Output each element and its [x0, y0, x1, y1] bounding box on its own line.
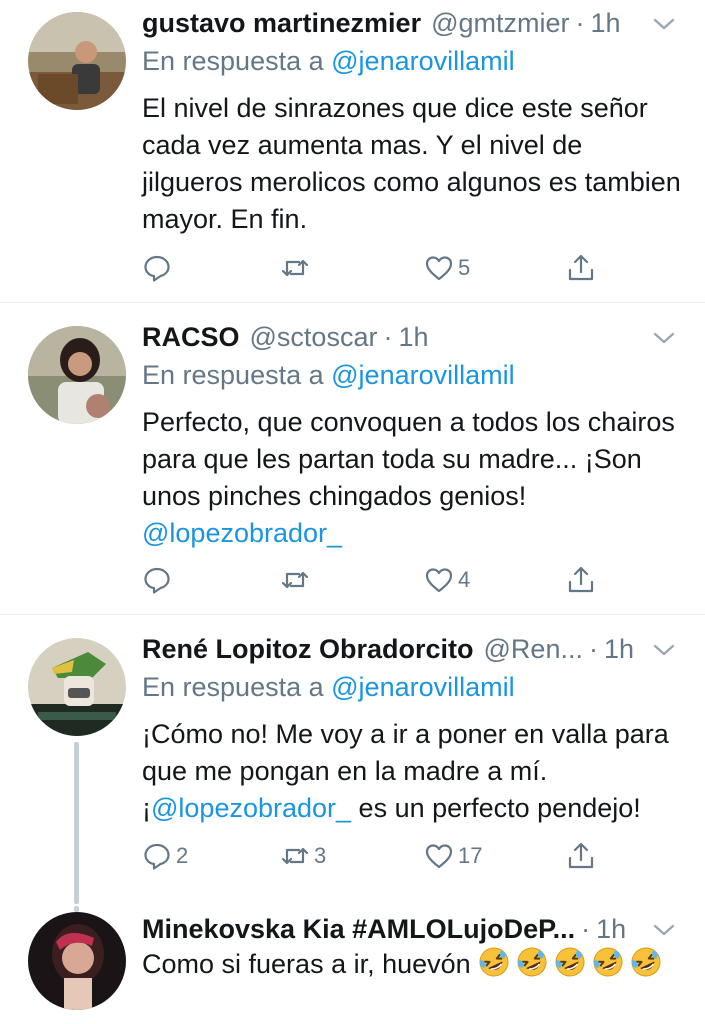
reply-count: 2 — [176, 843, 189, 868]
rofl-emoji — [516, 946, 548, 978]
retweet-icon — [280, 841, 310, 871]
avatar[interactable] — [28, 12, 126, 110]
display-name[interactable]: René Lopitoz Obradorcito — [142, 634, 474, 665]
tweet-text-prefix: ¡ — [142, 793, 151, 823]
chevron-down-icon[interactable] — [650, 916, 678, 944]
share-button[interactable] — [566, 562, 596, 598]
chevron-down-icon[interactable] — [650, 636, 678, 664]
reply-button[interactable]: 2 — [142, 838, 188, 874]
separator-dot: · — [575, 7, 585, 38]
mention-link[interactable]: @lopezobrador_ — [142, 518, 342, 548]
like-count: 5 — [458, 255, 471, 280]
chevron-down-icon[interactable] — [650, 324, 678, 352]
like-button[interactable]: 5 — [424, 250, 470, 286]
share-icon — [566, 841, 596, 871]
display-name[interactable]: gustavo martinezmier — [142, 8, 421, 39]
divider — [0, 614, 705, 615]
like-button[interactable]: 4 — [424, 562, 470, 598]
reply-icon — [142, 565, 172, 595]
share-button[interactable] — [566, 838, 596, 874]
reply-mention-link[interactable]: @jenarovillamil — [331, 672, 514, 702]
like-button[interactable]: 17 — [424, 838, 482, 874]
reply-mention-link[interactable]: @jenarovillamil — [331, 360, 514, 390]
tweet[interactable]: gustavo martinezmier @gmtzmier · 1h En r… — [0, 0, 705, 302]
share-icon — [566, 253, 596, 283]
rofl-emoji — [592, 946, 624, 978]
like-count: 4 — [458, 567, 471, 592]
tweet[interactable]: Minekovska Kia #AMLOLujoDeP... · 1h Como… — [0, 906, 705, 1024]
tweet-text: El nivel de sinrazones que dice este señ… — [142, 93, 681, 234]
tweet[interactable]: RACSO @sctoscar · 1h En respuesta a @jen… — [0, 314, 705, 614]
emoji-group — [478, 946, 668, 979]
display-name[interactable]: Minekovska Kia #AMLOLujoDeP... — [142, 914, 575, 945]
reply-button[interactable] — [142, 562, 176, 598]
retweet-icon — [280, 565, 310, 595]
retweet-button[interactable] — [280, 562, 314, 598]
chevron-down-icon[interactable] — [650, 10, 678, 38]
share-button[interactable] — [566, 250, 596, 286]
avatar[interactable] — [28, 638, 126, 736]
like-icon — [424, 565, 454, 595]
timestamp[interactable]: 1h — [596, 914, 626, 945]
separator-dot: · — [588, 633, 598, 664]
user-handle[interactable]: @Ren... — [484, 634, 583, 665]
reply-context: En respuesta a @jenarovillamil — [142, 46, 515, 77]
reply-prefix: En respuesta a — [142, 46, 324, 76]
retweet-count: 3 — [314, 843, 327, 868]
like-icon — [424, 253, 454, 283]
timestamp[interactable]: 1h — [398, 322, 428, 353]
reply-context: En respuesta a @jenarovillamil — [142, 360, 515, 391]
tweet-text-main: ¡Cómo no! Me voy a ir a poner en valla p… — [142, 719, 669, 786]
rofl-emoji — [630, 946, 662, 978]
reply-button[interactable] — [142, 250, 176, 286]
timestamp[interactable]: 1h — [591, 8, 621, 39]
thread-line — [74, 742, 79, 904]
separator-dot: · — [383, 321, 393, 352]
tweet-text-suffix: es un perfecto pendejo! — [351, 793, 641, 823]
divider — [0, 302, 705, 303]
reply-mention-link[interactable]: @jenarovillamil — [331, 46, 514, 76]
tweet-text: Como si fueras a ir, huevón — [142, 946, 682, 983]
share-icon — [566, 565, 596, 595]
user-handle[interactable]: @sctoscar — [250, 322, 378, 353]
tweet-text: Perfecto, que convoquen a todos los chai… — [142, 404, 682, 552]
rofl-emoji — [478, 946, 510, 978]
reply-icon — [142, 253, 172, 283]
timestamp[interactable]: 1h — [604, 634, 634, 665]
display-name[interactable]: RACSO — [142, 322, 240, 353]
user-handle[interactable]: @gmtzmier — [431, 8, 569, 39]
avatar[interactable] — [28, 326, 126, 424]
like-count: 17 — [458, 843, 483, 868]
like-icon — [424, 841, 454, 871]
tweet-text: ¡Cómo no! Me voy a ir a poner en valla p… — [142, 716, 682, 827]
separator-dot: · — [581, 913, 591, 944]
reply-icon — [142, 841, 172, 871]
tweet-text-main: Como si fueras a ir, huevón — [142, 949, 471, 979]
retweet-button[interactable]: 3 — [280, 838, 326, 874]
reply-prefix: En respuesta a — [142, 360, 324, 390]
retweet-button[interactable] — [280, 250, 314, 286]
tweet-text-main: Perfecto, que convoquen a todos los chai… — [142, 407, 675, 511]
reply-prefix: En respuesta a — [142, 672, 324, 702]
retweet-icon — [280, 253, 310, 283]
tweet[interactable]: René Lopitoz Obradorcito @Ren... · 1h En… — [0, 626, 705, 906]
reply-context: En respuesta a @jenarovillamil — [142, 672, 515, 703]
avatar[interactable] — [28, 912, 126, 1010]
mention-link[interactable]: @lopezobrador_ — [151, 793, 351, 823]
rofl-emoji — [554, 946, 586, 978]
